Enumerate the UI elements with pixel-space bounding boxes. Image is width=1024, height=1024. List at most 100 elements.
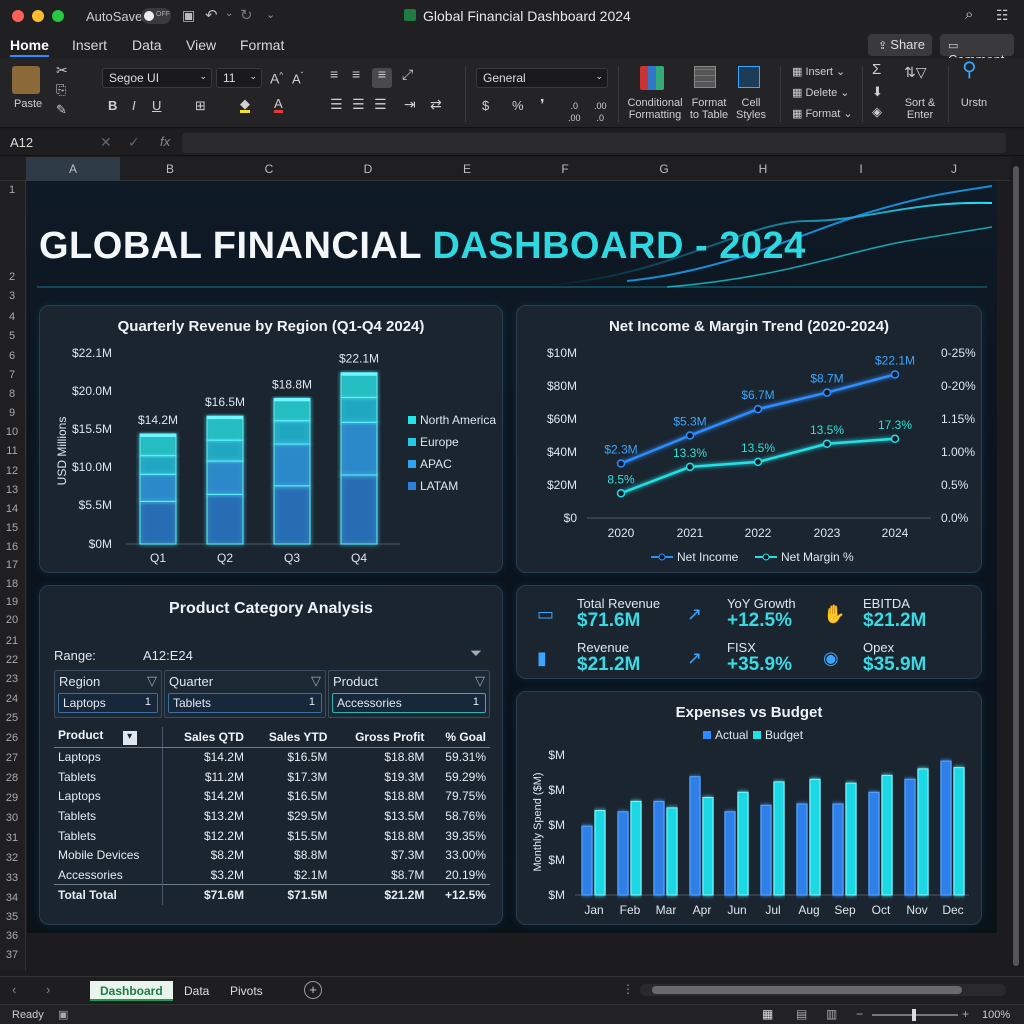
enter-icon[interactable]: ✓ (128, 134, 140, 151)
bar-segment-latam[interactable] (340, 474, 378, 545)
value-cell[interactable]: $17.3M (248, 767, 331, 787)
bar-budget[interactable] (845, 782, 857, 896)
sort-filter-button[interactable]: Sort & Enter (900, 97, 940, 121)
value-cell[interactable]: $13.2M (162, 806, 248, 826)
bar-actual[interactable] (617, 811, 629, 896)
row-header[interactable]: 6 (0, 350, 24, 362)
row-header[interactable]: 4 (0, 311, 24, 323)
page-break-icon[interactable]: ▥ (826, 1007, 837, 1021)
vertical-scrollbar[interactable] (1010, 160, 1022, 970)
row-header[interactable]: 37 (0, 949, 24, 961)
find-button[interactable]: Urstn (956, 97, 992, 109)
value-cell[interactable]: $11.2M (162, 767, 248, 787)
scroll-right-icon[interactable]: › (46, 982, 50, 997)
paste-button[interactable]: Paste (14, 98, 42, 110)
row-header[interactable]: 11 (0, 445, 24, 457)
row-header[interactable]: 19 (0, 596, 24, 608)
product-name-cell[interactable]: Tablets (54, 806, 163, 826)
increase-decimal-icon[interactable]: .0.00 (568, 100, 581, 124)
product-name-cell[interactable]: Accessories (54, 865, 163, 885)
slicer-item[interactable]: Laptops 1 (58, 693, 158, 713)
bar-actual[interactable] (796, 803, 808, 896)
name-box[interactable]: A12 (10, 135, 33, 150)
data-point[interactable] (685, 431, 695, 440)
autosum-icon[interactable]: Σ (872, 62, 881, 77)
cell-styles-icon[interactable] (738, 66, 760, 88)
data-point[interactable] (753, 404, 763, 414)
bar-actual[interactable] (760, 804, 772, 896)
bar-actual[interactable] (581, 825, 593, 896)
bar-budget[interactable] (666, 807, 678, 896)
bar-actual[interactable] (724, 811, 736, 896)
value-cell[interactable]: $13.5M (331, 806, 428, 826)
total-cell[interactable]: $21.2M (331, 885, 428, 905)
value-cell[interactable]: $12.2M (162, 826, 248, 846)
conditional-formatting-button[interactable]: Conditional Formatting (624, 97, 686, 121)
bar-actual[interactable] (832, 803, 844, 896)
value-cell[interactable]: $7.3M (331, 845, 428, 865)
insert-cells-button[interactable]: ▦ Insert ⌄ (792, 66, 845, 78)
column-header[interactable]: H (714, 162, 812, 176)
row-header[interactable]: 10 (0, 426, 24, 438)
row-header[interactable]: 2 (0, 271, 24, 283)
column-header[interactable]: I (812, 162, 910, 176)
bar-segment-north-america[interactable] (340, 372, 378, 399)
value-cell[interactable]: $8.8M (248, 845, 331, 865)
value-cell[interactable]: 39.35% (428, 826, 490, 846)
minimize-window-icon[interactable] (32, 10, 44, 22)
conditional-formatting-icon[interactable] (640, 66, 664, 90)
row-header[interactable]: 21 (0, 635, 24, 647)
row-header[interactable]: 7 (0, 369, 24, 381)
bar-segment-apac[interactable] (273, 443, 311, 487)
row-header[interactable]: 5 (0, 330, 24, 342)
total-cell[interactable]: $71.5M (248, 885, 331, 905)
column-header[interactable]: A (26, 162, 120, 176)
bar-segment-latam[interactable] (139, 500, 177, 545)
row-header[interactable]: 31 (0, 832, 24, 844)
page-layout-icon[interactable]: ▤ (796, 1007, 807, 1021)
align-right-icon[interactable]: ☰ (374, 97, 387, 111)
paste-icon[interactable] (12, 66, 40, 94)
column-header[interactable]: Sales QTD (162, 727, 248, 748)
row-header[interactable]: 28 (0, 772, 24, 784)
increase-font-icon[interactable]: A^ (270, 70, 283, 85)
column-header[interactable]: Gross Profit (331, 727, 429, 748)
value-cell[interactable]: 59.31% (428, 747, 490, 767)
bold-icon[interactable]: B (108, 99, 117, 112)
bar-budget[interactable] (773, 781, 785, 896)
row-header[interactable]: 14 (0, 503, 24, 515)
slicer-item[interactable]: Accessories 1 (332, 693, 486, 713)
bar-actual[interactable] (689, 776, 701, 896)
bar-segment-north-america[interactable] (139, 433, 177, 457)
zoom-slider-thumb[interactable] (912, 1009, 916, 1021)
product-name-cell[interactable]: Laptops (54, 786, 163, 807)
column-header[interactable]: % Goal (428, 727, 490, 748)
bar-actual[interactable] (868, 791, 880, 896)
zoom-in-icon[interactable]: + (962, 1007, 969, 1021)
tab-options-icon[interactable]: ⋮ (622, 982, 634, 996)
value-cell[interactable]: $2.1M (248, 865, 331, 885)
data-point[interactable] (753, 457, 763, 467)
align-middle-icon[interactable]: ≡ (352, 67, 360, 81)
bar-segment-europe[interactable] (206, 439, 244, 462)
value-cell[interactable]: $16.5M (248, 786, 331, 806)
filter-icon[interactable]: ▽ (475, 673, 485, 689)
zoom-level[interactable]: 100% (982, 1009, 1010, 1021)
italic-icon[interactable]: I (132, 99, 136, 112)
data-point[interactable] (822, 388, 832, 397)
value-cell[interactable]: $29.5M (248, 806, 331, 826)
sheet-tab-pivots[interactable]: Pivots (220, 981, 273, 1001)
column-header[interactable]: Product ▾ (54, 727, 163, 748)
value-cell[interactable]: $8.2M (162, 845, 248, 865)
product-name-cell[interactable]: Mobile Devices (54, 845, 163, 866)
font-color-icon[interactable]: A (274, 97, 283, 113)
column-header[interactable]: J (910, 162, 998, 176)
value-cell[interactable]: $14.2M (162, 786, 248, 806)
column-header[interactable]: D (318, 162, 418, 176)
cell-styles-button[interactable]: Cell Styles (734, 97, 768, 121)
align-bottom-icon[interactable]: ≡ (372, 67, 392, 88)
row-header[interactable]: 33 (0, 872, 24, 884)
account-icon[interactable]: ☷ (996, 7, 1009, 24)
value-cell[interactable]: $18.8M (331, 786, 428, 806)
bar-actual[interactable] (904, 778, 916, 896)
